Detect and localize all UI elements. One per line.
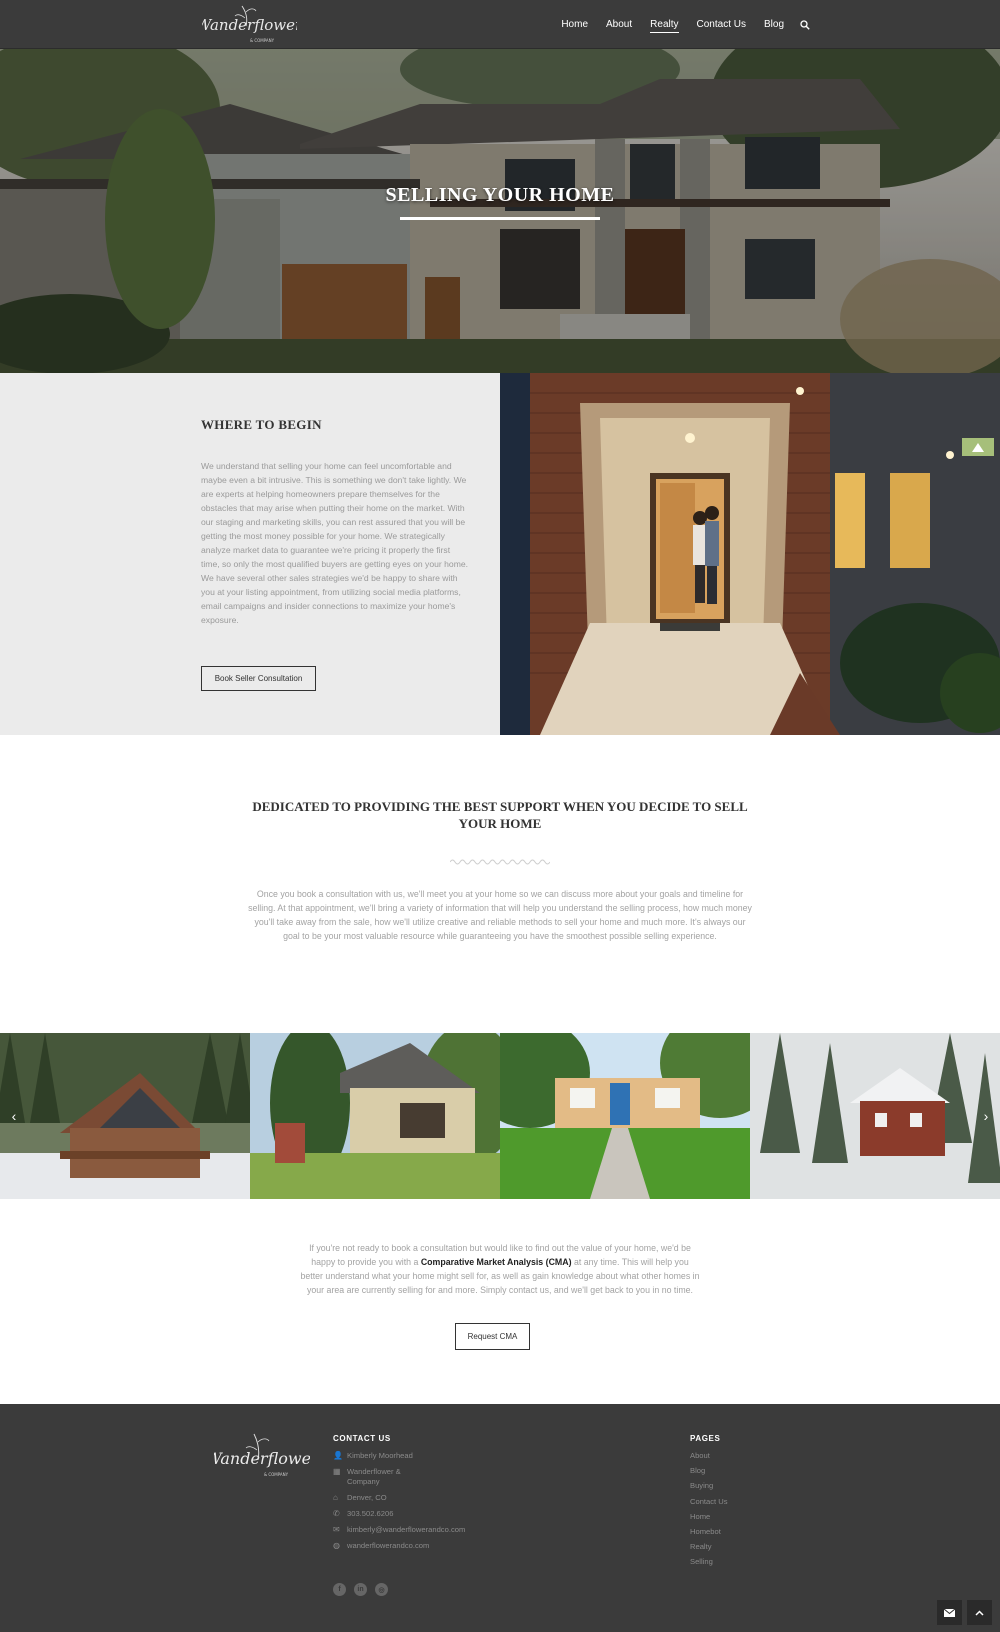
- email-float-button[interactable]: [937, 1600, 962, 1625]
- footer-link-blog[interactable]: Blog: [690, 1466, 728, 1476]
- search-icon[interactable]: [800, 19, 810, 30]
- facebook-icon[interactable]: f: [333, 1583, 346, 1596]
- contact-heading: CONTACT US: [333, 1434, 391, 1443]
- gallery-image-cabin[interactable]: [0, 1033, 250, 1199]
- contact-name: Kimberly Moorhead: [347, 1451, 413, 1460]
- triangle-up-icon: [972, 442, 984, 452]
- dedicated-heading: DEDICATED TO PROVIDING THE BEST SUPPORT …: [252, 799, 748, 831]
- globe-icon: ◍: [333, 1541, 340, 1550]
- contact-website-link[interactable]: wanderflowerandco.com: [347, 1541, 429, 1551]
- footer-link-buying[interactable]: Buying: [690, 1481, 728, 1491]
- contact-location-row: ⌂ Denver, CO: [333, 1493, 533, 1503]
- footer-link-selling[interactable]: Selling: [690, 1557, 728, 1567]
- contact-name-row: 👤 Kimberly Moorhead: [333, 1451, 533, 1461]
- scroll-up-tab[interactable]: [962, 438, 994, 456]
- home-gallery: [0, 1033, 1000, 1199]
- footer-link-contact-us[interactable]: Contact Us: [690, 1497, 728, 1507]
- site-footer: Wanderflower & COMPANY CONTACT US 👤 Kimb…: [0, 1404, 1000, 1632]
- pages-list: About Blog Buying Contact Us Home Homebo…: [690, 1451, 728, 1573]
- dedicated-body: Once you book a consultation with us, we…: [248, 889, 752, 941]
- section-body: We understand that selling your home can…: [201, 461, 469, 625]
- envelope-icon: ✉: [333, 1525, 340, 1534]
- envelope-icon: [944, 1608, 955, 1617]
- contact-company-row: ▦ Wanderflower & Company: [333, 1467, 533, 1487]
- page-title: SELLING YOUR HOME: [385, 184, 615, 206]
- site-header: Wanderflower & COMPANY Home About Realty…: [0, 0, 1000, 49]
- svg-text:& COMPANY: & COMPANY: [264, 1472, 289, 1477]
- gallery-prev-arrow[interactable]: ‹: [8, 1107, 20, 1125]
- nav-home[interactable]: Home: [561, 17, 588, 32]
- book-seller-consultation-button[interactable]: Book Seller Consultation: [201, 666, 316, 691]
- svg-text:Wanderflower: Wanderflower: [202, 16, 297, 34]
- gallery-image-snowy-cabin[interactable]: [750, 1033, 1000, 1199]
- nav-realty[interactable]: Realty: [650, 17, 679, 33]
- gallery-image-suburban-house[interactable]: [250, 1033, 500, 1199]
- logo[interactable]: Wanderflower & COMPANY: [202, 2, 297, 48]
- porch-image: [500, 373, 1000, 735]
- svg-text:Wanderflower: Wanderflower: [214, 1449, 310, 1468]
- footer-link-home[interactable]: Home: [690, 1512, 728, 1522]
- linkedin-icon[interactable]: in: [354, 1583, 367, 1596]
- wave-divider-icon: [450, 859, 550, 865]
- contact-email-link[interactable]: kimberly@wanderflowerandco.com: [347, 1525, 465, 1535]
- contact-company: Wanderflower & Company: [347, 1467, 401, 1486]
- back-to-top-button[interactable]: [967, 1600, 992, 1625]
- footer-link-homebot[interactable]: Homebot: [690, 1527, 728, 1537]
- cma-paragraph: If you're not ready to book a consultati…: [300, 1241, 700, 1297]
- hero-banner: SELLING YOUR HOME: [0, 49, 1000, 373]
- nav-contact-us[interactable]: Contact Us: [697, 17, 746, 32]
- hero-house-image: [0, 49, 1000, 373]
- contact-phone-row: ✆ 303.502.6206: [333, 1509, 533, 1519]
- contact-email-row: ✉ kimberly@wanderflowerandco.com: [333, 1525, 533, 1535]
- title-underline: [400, 217, 600, 220]
- footer-logo[interactable]: Wanderflower & COMPANY: [214, 1430, 310, 1486]
- nav-about[interactable]: About: [606, 17, 632, 32]
- main-nav: Home About Realty Contact Us Blog: [543, 0, 810, 49]
- gallery-next-arrow[interactable]: ›: [980, 1107, 992, 1125]
- social-links: f in ◎: [333, 1583, 388, 1596]
- contact-phone[interactable]: 303.502.6206: [347, 1509, 393, 1519]
- cma-highlight: Comparative Market Analysis (CMA): [420, 1257, 572, 1267]
- contact-list: 👤 Kimberly Moorhead ▦ Wanderflower & Com…: [333, 1451, 533, 1557]
- gallery-image-bungalow[interactable]: [500, 1033, 750, 1199]
- contact-website-row: ◍ wanderflowerandco.com: [333, 1541, 533, 1551]
- instagram-icon[interactable]: ◎: [375, 1583, 388, 1596]
- svg-text:& COMPANY: & COMPANY: [250, 38, 275, 43]
- contact-location: Denver, CO: [347, 1493, 387, 1502]
- pages-heading: PAGES: [690, 1434, 721, 1443]
- section-heading: WHERE TO BEGIN: [201, 417, 322, 432]
- building-icon: ▦: [333, 1467, 341, 1476]
- phone-icon: ✆: [333, 1509, 340, 1518]
- nav-blog[interactable]: Blog: [764, 17, 784, 32]
- where-to-begin-section: WHERE TO BEGIN We understand that sellin…: [0, 373, 500, 735]
- user-icon: 👤: [333, 1451, 343, 1460]
- chevron-up-icon: [975, 1609, 984, 1616]
- request-cma-button[interactable]: Request CMA: [455, 1323, 530, 1350]
- home-icon: ⌂: [333, 1493, 338, 1502]
- footer-link-realty[interactable]: Realty: [690, 1542, 728, 1552]
- footer-link-about[interactable]: About: [690, 1451, 728, 1461]
